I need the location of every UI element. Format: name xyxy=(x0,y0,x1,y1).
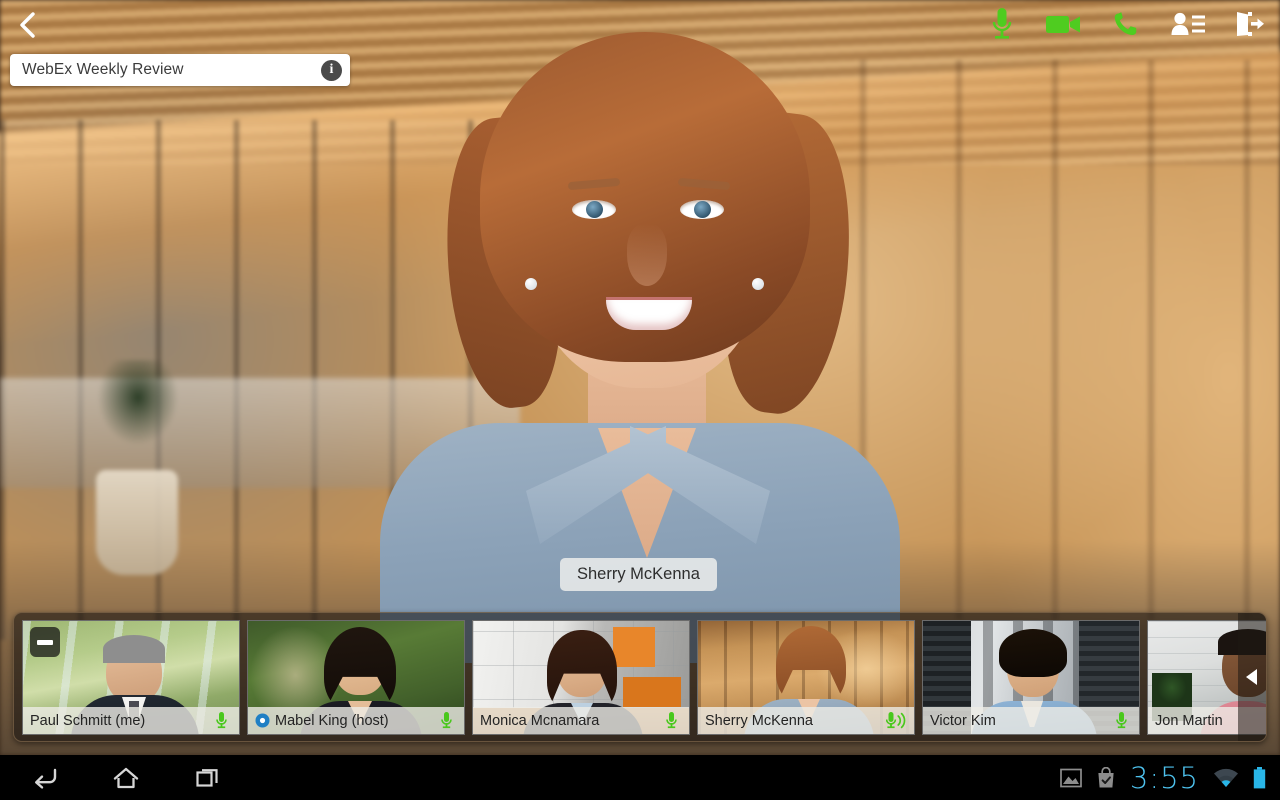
battery-status-icon[interactable] xyxy=(1253,766,1266,789)
meeting-title-bar[interactable]: WebEx Weekly Review i xyxy=(10,54,350,86)
thumbnail-label: Monica Mcnamara xyxy=(473,707,689,734)
microphone-icon xyxy=(1115,712,1127,729)
recent-apps-icon xyxy=(196,768,218,787)
thumbnail-paul-schmitt[interactable]: Paul Schmitt (me) xyxy=(22,620,240,735)
mic-indicator xyxy=(660,712,682,730)
microphone-icon xyxy=(215,712,227,729)
audio-button[interactable] xyxy=(1106,4,1146,44)
image-icon xyxy=(1060,768,1082,787)
mic-speaking-indicator xyxy=(885,712,907,730)
thumbnail-mabel-king[interactable]: Mabel King (host) xyxy=(247,620,465,735)
clock[interactable]: 3:55 xyxy=(1130,761,1199,795)
webex-host-icon xyxy=(255,713,270,728)
android-navigation-bar: 3:55 xyxy=(0,755,1280,800)
nav-back-button[interactable] xyxy=(22,758,66,798)
back-button[interactable] xyxy=(10,8,44,42)
participants-button[interactable] xyxy=(1168,4,1208,44)
active-speaker-video xyxy=(330,28,950,663)
thumbnail-label: Sherry McKenna xyxy=(698,707,914,734)
self-view-minimize-button[interactable] xyxy=(30,627,60,657)
system-tray: 3:55 xyxy=(1060,761,1280,795)
filmstrip-collapse-button[interactable] xyxy=(1238,613,1266,741)
nav-recent-apps-button[interactable] xyxy=(186,758,230,798)
microphone-speaking-icon xyxy=(886,712,906,729)
mic-indicator xyxy=(435,712,457,730)
minimize-icon xyxy=(37,639,53,645)
top-toolbar xyxy=(0,0,1280,50)
page-title: WebEx Weekly Review xyxy=(22,61,184,78)
play-store-icon[interactable] xyxy=(1096,766,1116,789)
screenshot-notification-icon[interactable] xyxy=(1060,768,1082,788)
microphone-icon xyxy=(665,712,677,729)
video-camera-icon xyxy=(1046,16,1080,33)
phone-icon xyxy=(1114,12,1137,36)
home-icon xyxy=(113,767,139,788)
participant-name: Sherry McKenna xyxy=(705,712,813,729)
nav-home-button[interactable] xyxy=(104,758,148,798)
participant-filmstrip[interactable]: Paul Schmitt (me) Mabel King (host) Moni… xyxy=(13,612,1267,742)
thumbnail-victor-kim[interactable]: Victor Kim xyxy=(922,620,1140,735)
participant-name: Monica Mcnamara xyxy=(480,712,600,729)
triangle-left-icon xyxy=(1246,669,1257,685)
participant-name: Paul Schmitt (me) xyxy=(30,712,146,729)
leave-meeting-button[interactable] xyxy=(1230,4,1270,44)
shopping-bag-check-icon xyxy=(1098,766,1114,787)
back-arrow-icon xyxy=(35,768,57,789)
webex-meeting-screen: WebEx Weekly Review i Sherry McKenna Pau… xyxy=(0,0,1280,800)
participant-name: Mabel King (host) xyxy=(275,712,389,729)
video-button[interactable] xyxy=(1044,4,1084,44)
microphone-icon xyxy=(440,712,452,729)
mic-indicator xyxy=(1110,712,1132,730)
thumbnail-label: Victor Kim xyxy=(923,707,1139,734)
info-icon[interactable]: i xyxy=(321,59,342,81)
wifi-status-icon[interactable] xyxy=(1213,768,1239,788)
active-speaker-name-badge: Sherry McKenna xyxy=(560,558,717,591)
participant-name: Victor Kim xyxy=(930,712,996,729)
thumbnail-sherry-mckenna[interactable]: Sherry McKenna xyxy=(697,620,915,735)
microphone-icon xyxy=(992,8,1012,39)
chevron-left-icon xyxy=(20,12,35,38)
wifi-icon xyxy=(1214,768,1238,787)
microphone-button[interactable] xyxy=(982,4,1022,44)
participants-icon xyxy=(1171,12,1205,35)
meeting-controls xyxy=(982,4,1270,44)
battery-full-icon xyxy=(1253,766,1266,788)
thumbnail-label: Mabel King (host) xyxy=(248,707,464,734)
filmstrip-track: Paul Schmitt (me) Mabel King (host) Moni… xyxy=(22,620,1266,735)
nav-buttons xyxy=(0,758,230,798)
thumbnail-monica-mcnamara[interactable]: Monica Mcnamara xyxy=(472,620,690,735)
thumbnail-label: Paul Schmitt (me) xyxy=(23,707,239,734)
mic-indicator xyxy=(210,712,232,730)
exit-icon xyxy=(1237,12,1264,36)
